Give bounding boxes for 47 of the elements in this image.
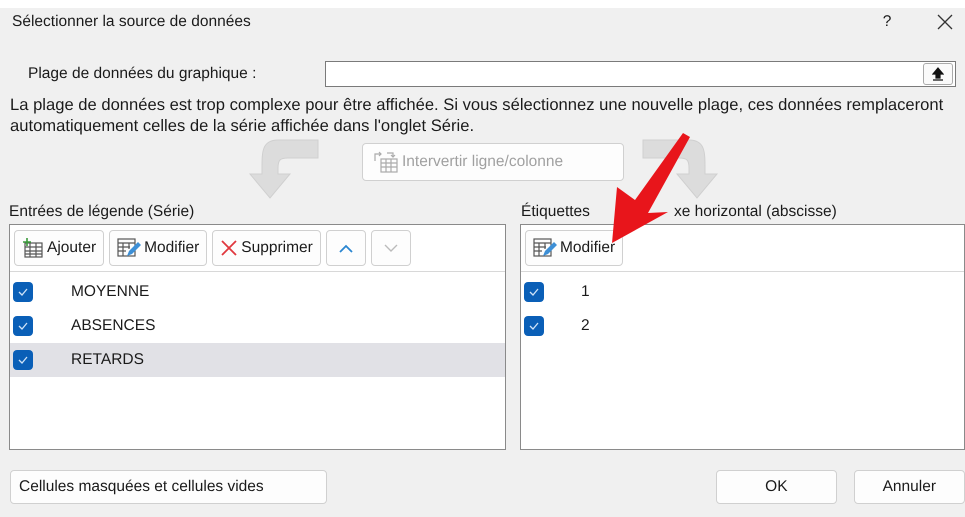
edit-button[interactable]: Modifier (109, 230, 208, 266)
list-row[interactable]: MOYENNE (10, 275, 505, 309)
checkbox[interactable] (13, 350, 33, 370)
checkmark-icon (17, 355, 29, 365)
series-name: RETARDS (71, 351, 144, 369)
list-row[interactable]: RETARDS (10, 343, 505, 377)
axis-title: Étiquettes (521, 203, 590, 221)
checkbox[interactable] (524, 316, 544, 336)
checkbox[interactable] (13, 316, 33, 336)
help-button[interactable]: ? (877, 12, 897, 30)
list-row[interactable]: ABSENCES (10, 309, 505, 343)
table-edit-icon (533, 238, 557, 258)
checkmark-icon (17, 287, 29, 297)
series-name: ABSENCES (71, 317, 156, 335)
list-row[interactable]: 1 (521, 275, 964, 309)
checkbox[interactable] (13, 282, 33, 302)
upload-icon (932, 67, 944, 81)
cancel-button[interactable]: Annuler (854, 470, 965, 504)
collapse-button[interactable] (923, 63, 953, 85)
checkmark-icon (528, 287, 540, 297)
hidden-cells-button[interactable]: Cellules masquées et cellules vides (10, 470, 328, 504)
add-button[interactable]: Ajouter (14, 230, 104, 266)
info-text: La plage de données est trop complexe pour être affichée. Si vous sélectionnez une nouvelle plage, ces données remplaceront automatiquement celles de la série affichée dans l'onglet Série. (10, 94, 944, 136)
edit-button[interactable]: Modifier (525, 230, 624, 266)
delete-icon (220, 239, 238, 257)
swap-icon (373, 151, 399, 173)
checkbox[interactable] (524, 282, 544, 302)
curved-arrow-icon (248, 138, 320, 200)
table-edit-icon (117, 238, 142, 258)
axis-title: xe horizontal (abscisse) (674, 203, 837, 221)
range-label: Plage de données du graphique : (28, 65, 258, 83)
checkmark-icon (528, 321, 540, 331)
list-row[interactable]: 2 (521, 309, 964, 343)
axis-label: 1 (581, 283, 590, 301)
close-icon[interactable] (937, 14, 953, 30)
up-caret-icon (338, 244, 353, 252)
checkmark-icon (17, 321, 29, 331)
ok-button[interactable]: OK (716, 470, 837, 504)
legend-title: Entrées de légende (Série) (9, 203, 196, 221)
axis-label: 2 (581, 317, 590, 335)
range-input-field[interactable] (325, 61, 956, 87)
down-caret-icon (384, 244, 398, 252)
window-title: Sélectionner la source de données (12, 12, 252, 30)
table-add-icon (22, 238, 44, 258)
move-up-button[interactable] (326, 230, 366, 266)
series-name: MOYENNE (71, 283, 150, 301)
delete-button[interactable]: Supprimer (212, 230, 321, 266)
